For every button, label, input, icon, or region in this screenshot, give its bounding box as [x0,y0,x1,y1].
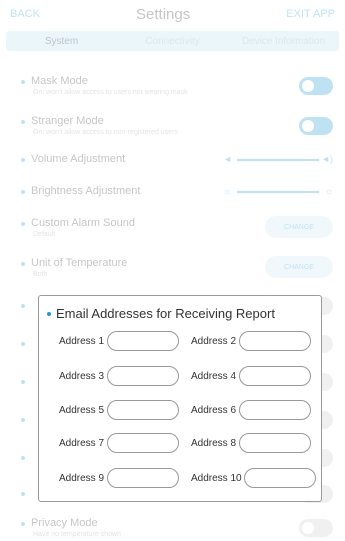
address-10-input[interactable] [244,468,316,488]
stranger-mode-row: Stranger Mode On: won't allow access to … [0,113,345,143]
brightness-label: Brightness Adjustment [31,185,141,197]
alarm-sound-label: Custom Alarm Sound [31,217,135,229]
mask-mode-description: On: won't allow access to users not wear… [33,89,188,96]
page-title: Settings [136,5,191,23]
address-5-input[interactable] [107,400,179,420]
email-addresses-dialog: Email Addresses for Receiving Report Add… [38,295,322,502]
bullet-icon [21,342,25,346]
exit-app-button[interactable]: EXIT APP [286,8,335,20]
volume-high-icon: ◄) [321,154,333,164]
bullet-icon [21,418,25,422]
brightness-row: Brightness Adjustment ☼ ☼ [0,183,345,213]
temperature-unit-change-button[interactable]: CHANGE [265,256,333,278]
tab-device-information[interactable]: Device Information [228,36,339,47]
tab-bar: System Connectivity Device Information [6,31,339,51]
address-6-label: Address 6 [191,405,237,416]
bullet-icon [21,522,25,526]
address-9-label: Address 9 [59,473,105,484]
address-3-label: Address 3 [59,371,105,382]
bullet-icon [21,190,25,194]
address-6-input[interactable] [239,400,311,420]
volume-track [237,159,319,161]
temperature-unit-value: Both [33,271,48,278]
tab-connectivity[interactable]: Connectivity [117,36,228,47]
address-3-input[interactable] [107,366,179,386]
header: BACK Settings EXIT APP [0,0,345,28]
address-7-input[interactable] [107,433,179,453]
privacy-mode-row: Privacy Mode Have no temperature shown [0,515,345,541]
brightness-slider[interactable]: ☼ ☼ [223,186,333,197]
address-4-input[interactable] [239,366,311,386]
address-8-label: Address 8 [191,438,237,449]
temperature-unit-row: Unit of Temperature Both CHANGE [0,255,345,285]
privacy-mode-description: Have no temperature shown [33,531,121,538]
bullet-icon [21,304,25,308]
bullet-icon [21,120,25,124]
address-9-input[interactable] [107,468,179,488]
address-1-input[interactable] [107,331,179,351]
bullet-icon [47,312,51,316]
brightness-high-icon: ☼ [324,186,333,196]
mask-mode-label: Mask Mode [31,75,88,87]
volume-low-icon: ◄ [223,154,232,164]
stranger-mode-label: Stranger Mode [31,115,104,127]
privacy-mode-label: Privacy Mode [31,517,98,529]
stranger-mode-description: On: won't allow access to non-registered… [33,129,178,136]
mask-mode-toggle[interactable] [299,77,333,95]
bullet-icon [21,456,25,460]
bullet-icon [21,80,25,84]
stranger-mode-toggle[interactable] [299,117,333,135]
tab-system[interactable]: System [6,36,117,47]
volume-label: Volume Adjustment [31,153,126,165]
brightness-low-icon: ☼ [223,186,232,196]
address-2-label: Address 2 [191,336,237,347]
address-4-label: Address 4 [191,371,237,382]
temperature-unit-label: Unit of Temperature [31,257,128,269]
address-7-label: Address 7 [59,438,105,449]
dialog-title: Email Addresses for Receiving Report [56,306,275,321]
bullet-icon [21,222,25,226]
bullet-icon [21,492,25,496]
brightness-track [237,191,319,193]
address-1-label: Address 1 [59,336,105,347]
back-button[interactable]: BACK [10,8,40,20]
bullet-icon [21,380,25,384]
address-10-label: Address 10 [191,473,242,484]
bullet-icon [21,262,25,266]
address-5-label: Address 5 [59,405,105,416]
address-2-input[interactable] [239,331,311,351]
volume-slider[interactable]: ◄ ◄) [223,154,333,165]
alarm-sound-value: Default [33,231,56,238]
address-8-input[interactable] [239,433,311,453]
alarm-sound-row: Custom Alarm Sound Default CHANGE [0,215,345,245]
privacy-mode-toggle[interactable] [299,519,333,537]
alarm-sound-change-button[interactable]: CHANGE [265,216,333,238]
bullet-icon [21,158,25,162]
mask-mode-row: Mask Mode On: won't allow access to user… [0,73,345,103]
volume-row: Volume Adjustment ◄ ◄) [0,151,345,181]
